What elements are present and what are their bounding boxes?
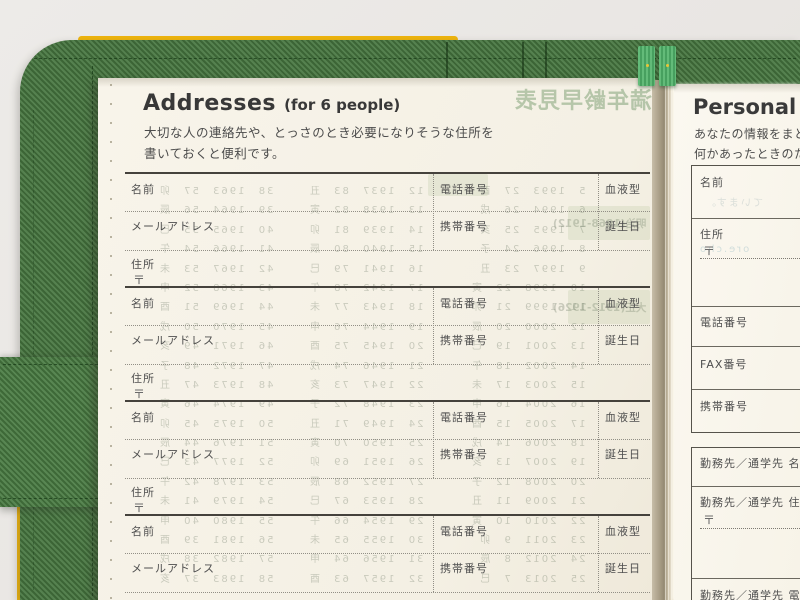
address-label: 住所 <box>131 258 155 271</box>
strap-stitching <box>3 498 98 499</box>
row-separator <box>125 325 650 326</box>
email-label: メールアドレス <box>131 448 215 461</box>
page-stack-edge <box>671 80 672 600</box>
row-separator <box>125 211 650 212</box>
cover-seam <box>522 42 524 80</box>
address-block: 名前 電話番号 血液型 メールアドレス 携帯番号 誕生日 住所 <box>125 514 650 600</box>
work-school-box: 勤務先／通学先 名称 勤務先／通学先 住所 〒 勤務先／通学先 電話番 <box>691 447 800 600</box>
blood-type-label: 血液型 <box>605 525 641 538</box>
mobile-label: 携帯番号 <box>440 562 488 575</box>
address-label: 住所 <box>700 228 724 241</box>
phone-label: 電話番号 <box>440 183 488 196</box>
row-separator <box>692 306 800 307</box>
row-separator <box>692 389 800 390</box>
postal-mark: 〒 <box>703 244 716 258</box>
name-label: 名前 <box>131 297 155 310</box>
phone-label: 電話番号 <box>440 297 488 310</box>
column-separator <box>598 516 599 592</box>
ghost-mirrored-age-chart-title: 満年齢早見表 <box>513 89 652 114</box>
photo-of-planner: { "scene": { "backdrop_color": "#e9e6e3"… <box>0 0 800 600</box>
address-label: 住所 <box>131 372 155 385</box>
fax-label: FAX番号 <box>700 358 748 371</box>
work-name-label: 勤務先／通学先 名称 <box>700 457 800 470</box>
address-block: 名前 電話番号 血液型 メールアドレス 携帯番号 誕生日 住所 〒 <box>125 400 650 515</box>
cover-stitching <box>92 66 93 596</box>
row-separator <box>125 250 650 251</box>
mobile-label: 携帯番号 <box>700 400 748 413</box>
name-label: 名前 <box>131 525 155 538</box>
cover-stitching <box>34 58 796 59</box>
cover-strap <box>0 357 101 507</box>
mobile-label: 携帯番号 <box>440 448 488 461</box>
column-separator <box>433 288 434 364</box>
address-table: 名前 電話番号 血液型 メールアドレス 携帯番号 誕生日 住所 〒 名前 電話番… <box>125 172 650 600</box>
page-gutter <box>652 80 674 600</box>
birthday-label: 誕生日 <box>605 562 641 575</box>
blood-type-label: 血液型 <box>605 183 641 196</box>
row-separator <box>692 346 800 347</box>
column-separator <box>433 402 434 478</box>
cover-seam <box>446 42 448 80</box>
cover-stitching <box>33 110 34 590</box>
email-label: メールアドレス <box>131 220 215 233</box>
birthday-label: 誕生日 <box>605 448 641 461</box>
cover-seam <box>545 42 547 80</box>
row-separator <box>125 478 650 479</box>
blood-type-label: 血液型 <box>605 411 641 424</box>
name-label: 名前 <box>700 176 724 189</box>
address-label: 住所 <box>131 486 155 499</box>
personal-info-title: Personal I <box>693 95 800 119</box>
write-in-dotted-line <box>700 528 800 529</box>
column-separator <box>598 174 599 250</box>
row-separator <box>692 578 800 579</box>
row-separator <box>125 592 650 593</box>
personal-intro-line2: 何かあったときのた <box>694 147 800 161</box>
birthday-label: 誕生日 <box>605 220 641 233</box>
right-page: Personal I あなたの情報をまと 何かあったときのた ています。 ore… <box>674 84 800 600</box>
page-stack-edge <box>668 80 669 600</box>
work-address-label: 勤務先／通学先 住所 <box>700 496 800 509</box>
row-separator <box>692 486 800 487</box>
addresses-intro-line2: 書いておくと便利です。 <box>144 146 286 161</box>
name-label: 名前 <box>131 411 155 424</box>
email-label: メールアドレス <box>131 562 215 575</box>
phone-label: 電話番号 <box>700 316 748 329</box>
phone-label: 電話番号 <box>440 411 488 424</box>
pen-loop <box>638 46 676 86</box>
write-in-dotted-line <box>700 258 800 259</box>
postal-mark: 〒 <box>703 513 716 527</box>
work-phone-label: 勤務先／通学先 電話番 <box>700 589 800 600</box>
loop-stitch-dot <box>666 64 669 67</box>
addresses-title-note: (for 6 people) <box>284 96 400 114</box>
addresses-title-text: Addresses <box>143 91 276 116</box>
mobile-label: 携帯番号 <box>440 220 488 233</box>
personal-intro-line1: あなたの情報をまと <box>694 127 800 141</box>
column-separator <box>598 288 599 364</box>
name-label: 名前 <box>131 183 155 196</box>
page-shadow <box>674 84 800 93</box>
row-separator <box>692 218 800 219</box>
addresses-intro-line1: 大切な人の連絡先や、とっさのとき必要になりそうな住所を <box>144 125 495 140</box>
birthday-label: 誕生日 <box>605 334 641 347</box>
addresses-title: Addresses (for 6 people) <box>143 91 400 116</box>
column-separator <box>598 402 599 478</box>
page-stack-edge <box>665 80 666 600</box>
row-separator <box>125 364 650 365</box>
addresses-title-note-text: (for 6 people) <box>284 96 401 114</box>
email-label: メールアドレス <box>131 334 215 347</box>
blood-type-label: 血液型 <box>605 297 641 310</box>
phone-label: 電話番号 <box>440 525 488 538</box>
column-separator <box>433 516 434 592</box>
mobile-label: 携帯番号 <box>440 334 488 347</box>
strap-stitching <box>3 364 98 365</box>
personal-info-box: 名前 住所 〒 電話番号 FAX番号 携帯番号 <box>691 165 800 433</box>
address-block: 名前 電話番号 血液型 メールアドレス 携帯番号 誕生日 住所 〒 <box>125 286 650 401</box>
page-perforation-dots <box>110 84 112 600</box>
address-block: 名前 電話番号 血液型 メールアドレス 携帯番号 誕生日 住所 〒 <box>125 172 650 287</box>
row-separator <box>125 439 650 440</box>
row-separator <box>125 553 650 554</box>
column-separator <box>433 174 434 250</box>
left-page: Addresses (for 6 people) 大切な人の連絡先や、とっさのと… <box>98 78 654 600</box>
loop-stitch-dot <box>646 64 649 67</box>
